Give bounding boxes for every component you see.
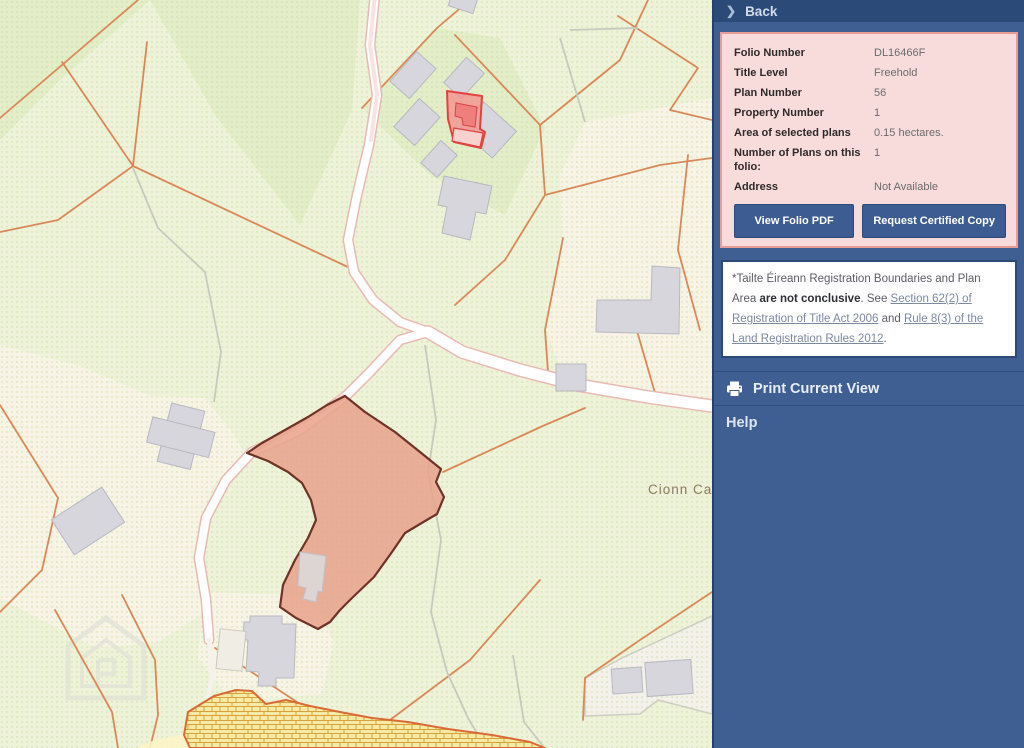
boundaries-disclaimer: *Tailte Éireann Registration Boundaries … bbox=[721, 260, 1017, 358]
folio-row-label: Plan Number bbox=[734, 83, 874, 103]
folio-row-label: Title Level bbox=[734, 63, 874, 83]
folio-row-value: 0.15 hectares. bbox=[874, 123, 1006, 143]
help-button[interactable]: Help bbox=[714, 405, 1024, 439]
selected-plan[interactable] bbox=[447, 91, 485, 148]
folio-row-value: Freehold bbox=[874, 63, 1006, 83]
folio-row-label: Area of selected plans bbox=[734, 123, 874, 143]
folio-row-label: Folio Number bbox=[734, 43, 874, 63]
place-label: Cionn Cas bbox=[648, 482, 712, 497]
chevron-right-icon: ❯ bbox=[726, 5, 736, 17]
map-canvas[interactable]: Cionn Cas bbox=[0, 0, 712, 748]
landdirect-map-viewer: Cionn Cas ❯ Back Folio Number DL16466F T… bbox=[0, 0, 1024, 748]
back-label: Back bbox=[745, 4, 777, 19]
printer-icon bbox=[726, 381, 743, 397]
folio-row-value: 1 bbox=[874, 103, 1006, 123]
folio-row-value: Not Available bbox=[874, 177, 1006, 197]
folio-row-value: DL16466F bbox=[874, 43, 1006, 63]
print-current-view-button[interactable]: Print Current View bbox=[714, 371, 1024, 405]
disclaimer-text: . See bbox=[860, 293, 890, 305]
folio-row-label: Address bbox=[734, 177, 874, 197]
print-label: Print Current View bbox=[753, 381, 879, 397]
sidebar: ❯ Back Folio Number DL16466F Title Level… bbox=[712, 0, 1024, 748]
disclaimer-text: . bbox=[884, 333, 887, 345]
disclaimer-text: and bbox=[878, 313, 904, 325]
request-certified-copy-button[interactable]: Request Certified Copy bbox=[862, 204, 1006, 238]
help-label: Help bbox=[726, 415, 757, 431]
map-stipple-texture bbox=[0, 0, 712, 748]
folio-row-value: 1 bbox=[874, 143, 1006, 177]
disclaimer-bold-text: are not conclusive bbox=[760, 293, 861, 305]
folio-info-panel: Folio Number DL16466F Title Level Freeho… bbox=[720, 32, 1018, 248]
folio-row-label: Property Number bbox=[734, 103, 874, 123]
folio-row-value: 56 bbox=[874, 83, 1006, 103]
back-button[interactable]: ❯ Back bbox=[714, 0, 1024, 22]
view-folio-pdf-button[interactable]: View Folio PDF bbox=[734, 204, 854, 238]
folio-row-label: Number of Plans on this folio: bbox=[734, 143, 874, 177]
